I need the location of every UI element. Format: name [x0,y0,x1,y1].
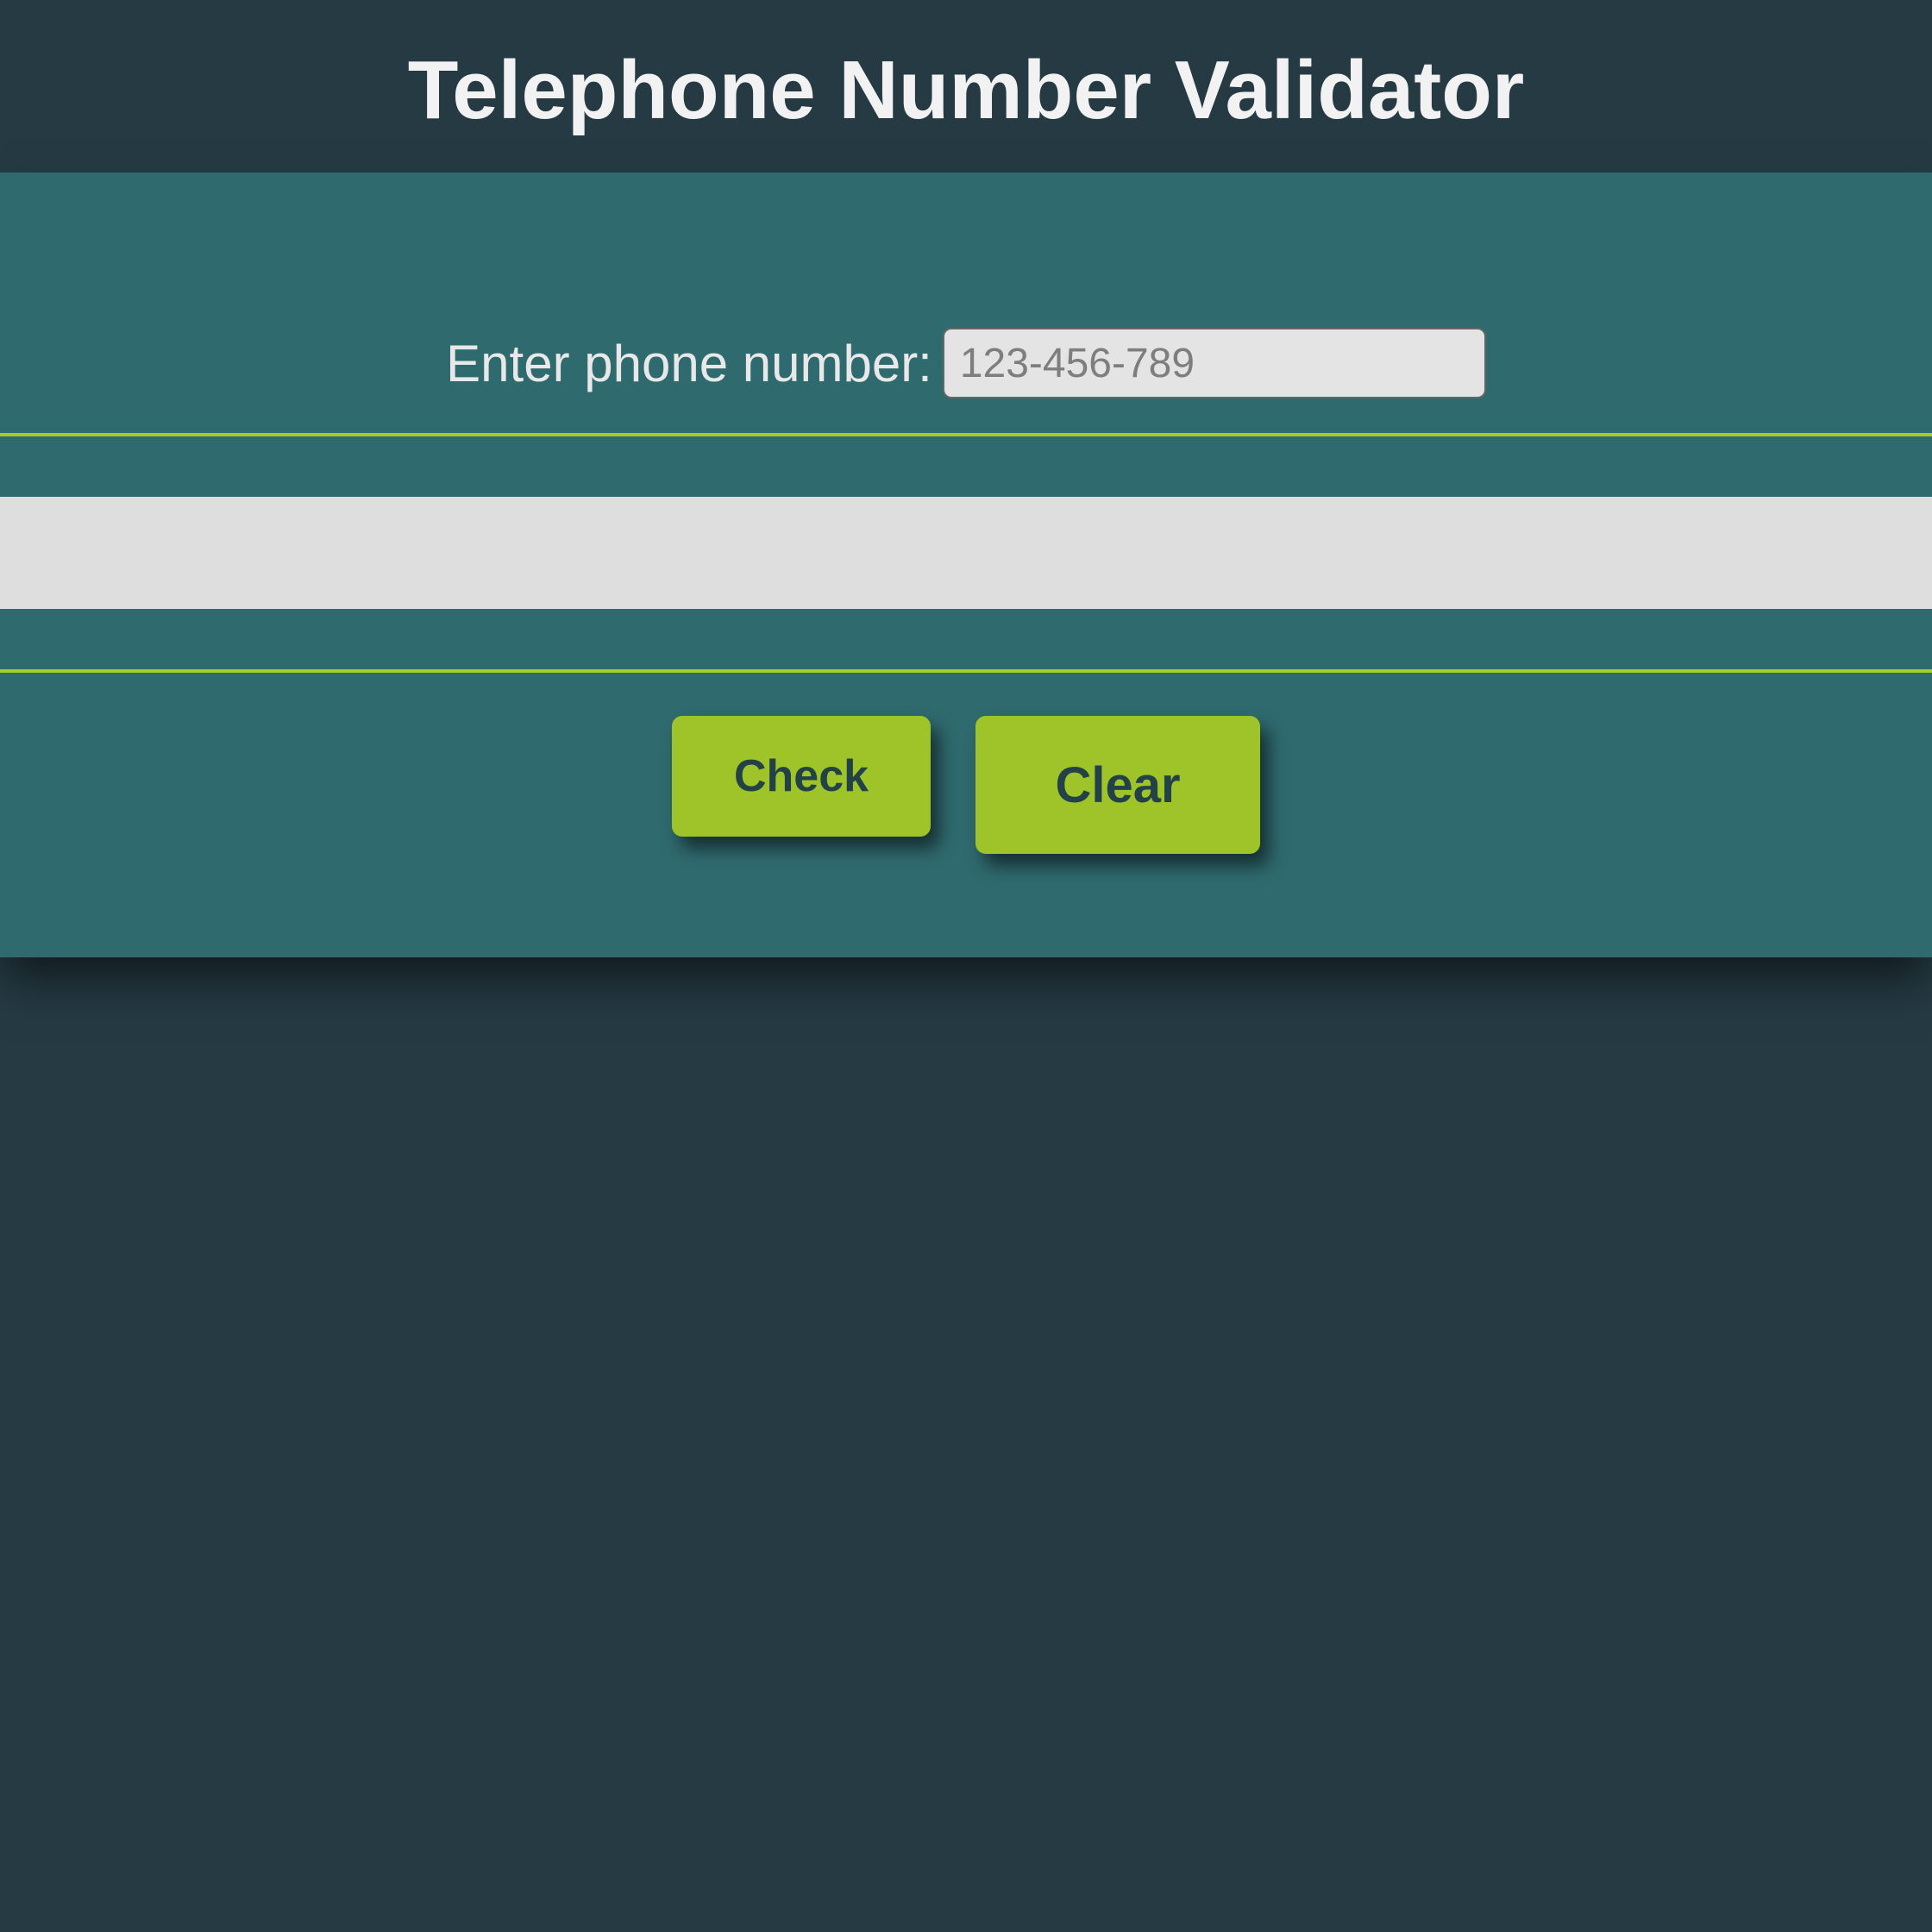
clear-button[interactable]: Clear [975,716,1260,854]
phone-input-label: Enter phone number: [446,334,932,393]
check-button[interactable]: Check [672,716,931,837]
divider-top [0,433,1932,436]
validator-card: Enter phone number: Check Clear [0,172,1932,957]
divider-bottom [0,669,1932,673]
button-row: Check Clear [0,716,1932,854]
result-output [0,497,1932,609]
phone-number-input[interactable] [943,328,1486,398]
page-title: Telephone Number Validator [0,43,1932,138]
input-row: Enter phone number: [0,328,1932,398]
